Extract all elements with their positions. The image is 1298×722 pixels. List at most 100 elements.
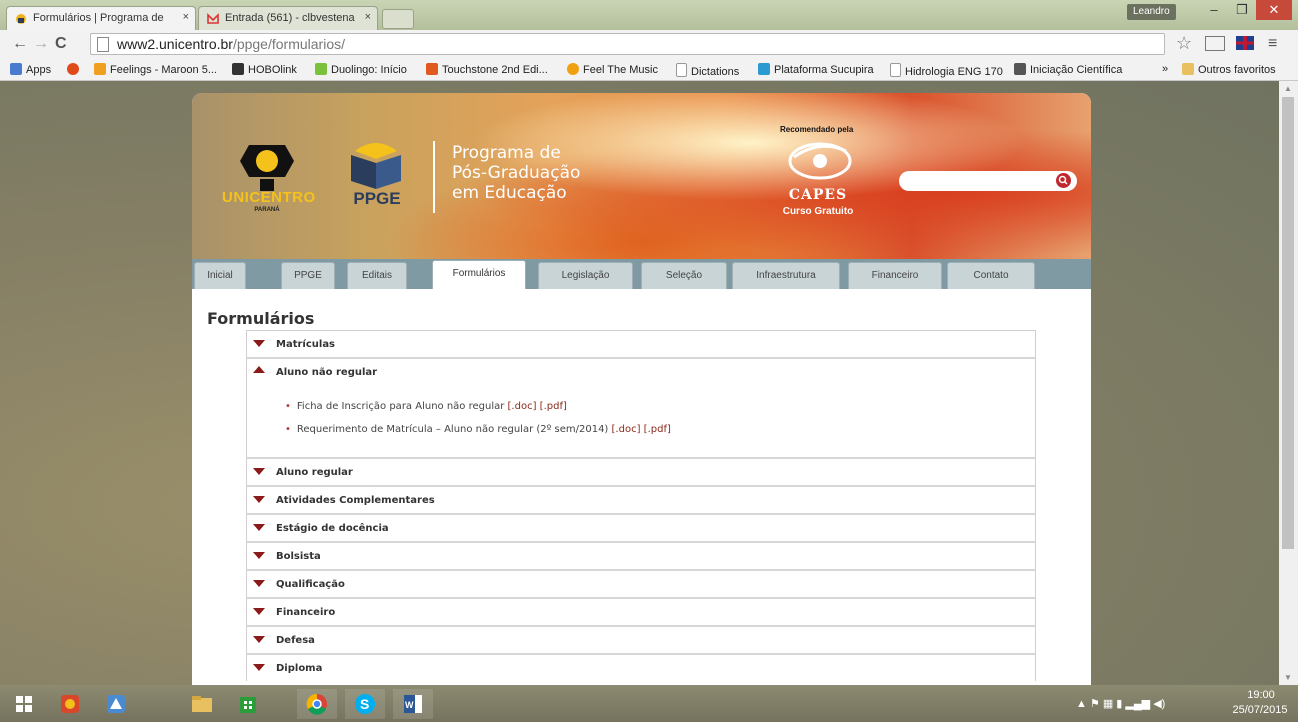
tab-formularios[interactable]: Formulários | Programa de × xyxy=(6,6,196,30)
tab-formularios[interactable]: Formulários xyxy=(432,260,526,289)
accordion-header[interactable]: Aluno não regular xyxy=(247,359,1035,385)
accordion-header[interactable]: Atividades Complementares xyxy=(247,487,1035,513)
tab-ppge[interactable]: PPGE xyxy=(281,262,335,289)
site-nav: Inicial PPGE Editais Formulários Legisla… xyxy=(192,259,1091,289)
bookmark-item[interactable] xyxy=(67,63,83,76)
new-tab-button[interactable] xyxy=(382,9,414,29)
accordion-header[interactable]: Diploma xyxy=(247,655,1035,681)
tab-selecao[interactable]: Seleção xyxy=(641,262,727,289)
accordion-section: Atividades Complementares xyxy=(246,485,1036,513)
accordion-header[interactable]: Qualificação xyxy=(247,571,1035,597)
chrome-icon[interactable] xyxy=(297,689,337,719)
bullet-icon: • xyxy=(285,401,291,412)
bookmark-item[interactable]: Feelings - Maroon 5... xyxy=(94,63,217,76)
tab-contato[interactable]: Contato xyxy=(947,262,1035,289)
minimize-button[interactable]: – xyxy=(1200,0,1228,20)
forward-button[interactable]: → xyxy=(33,35,49,53)
store-icon[interactable] xyxy=(228,689,268,719)
file-explorer-icon[interactable] xyxy=(182,689,222,719)
tab-financeiro[interactable]: Financeiro xyxy=(848,262,942,289)
bookmark-item[interactable]: Iniciação Científica xyxy=(1014,63,1122,76)
pdf-link[interactable]: [.pdf] xyxy=(540,401,567,412)
vertical-scrollbar[interactable]: ▲ ▼ xyxy=(1279,81,1298,685)
uk-flag-icon[interactable] xyxy=(1236,36,1254,50)
bookmark-item[interactable]: Plataforma Sucupira xyxy=(758,63,874,76)
tab-infraestrutura[interactable]: Infraestrutura xyxy=(732,262,840,289)
expand-arrow-icon xyxy=(253,608,265,615)
reload-button[interactable]: C xyxy=(55,35,67,53)
clock-date[interactable]: 25/07/2015 xyxy=(1232,704,1288,716)
bookmark-icon xyxy=(94,63,106,75)
bookmark-star-icon[interactable]: ☆ xyxy=(1176,33,1192,54)
accordion-header[interactable]: Bolsista xyxy=(247,543,1035,569)
section-label: Qualificação xyxy=(276,579,345,590)
windows-start-icon[interactable] xyxy=(4,689,44,719)
accordion-section: Aluno regular xyxy=(246,457,1036,485)
tab-gmail[interactable]: Entrada (561) - clbvestena × xyxy=(198,6,378,30)
search-input[interactable] xyxy=(909,173,1053,190)
scroll-down-icon[interactable]: ▼ xyxy=(1284,673,1292,682)
section-label: Matrículas xyxy=(276,339,336,350)
accordion-section: Defesa xyxy=(246,625,1036,653)
bookmark-icon xyxy=(758,63,770,75)
bookmark-icon xyxy=(67,63,79,75)
other-bookmarks-folder[interactable]: Outros favoritos xyxy=(1182,63,1276,76)
accordion-header[interactable]: Aluno regular xyxy=(247,459,1035,485)
tab-close-icon[interactable]: × xyxy=(365,11,371,23)
clock-time[interactable]: 19:00 xyxy=(1236,689,1286,701)
url-text[interactable]: www2.unicentro.br/ppge/formularios/ xyxy=(117,36,345,52)
bookmark-icon xyxy=(1014,63,1026,75)
tab-editais[interactable]: Editais xyxy=(347,262,407,289)
url-path: /ppge/formularios/ xyxy=(232,36,345,52)
tab-inicial[interactable]: Inicial xyxy=(194,262,246,289)
word-icon[interactable]: W xyxy=(393,689,433,719)
bookmark-item[interactable]: Feel The Music xyxy=(567,63,658,76)
media-app-icon[interactable] xyxy=(50,689,90,719)
accordion-section: Diploma xyxy=(246,653,1036,681)
app-icon[interactable] xyxy=(96,689,136,719)
bookmark-item[interactable]: Dictations xyxy=(676,63,739,78)
skype-icon[interactable]: S xyxy=(345,689,385,719)
unicentro-wordmark: UNICENTRO xyxy=(222,189,316,206)
bookmark-item[interactable]: Apps xyxy=(10,63,51,76)
bookmark-icon xyxy=(232,63,244,75)
accordion-section: Financeiro xyxy=(246,597,1036,625)
page-icon xyxy=(97,37,109,52)
address-bar[interactable]: www2.unicentro.br/ppge/formularios/ xyxy=(90,33,1165,55)
accordion-header[interactable]: Financeiro xyxy=(247,599,1035,625)
scrollbar-thumb[interactable] xyxy=(1282,97,1294,549)
program-title: Programa de Pós-Graduação em Educação xyxy=(452,143,652,203)
scroll-up-icon[interactable]: ▲ xyxy=(1284,84,1292,93)
bookmarks-overflow-button[interactable]: » xyxy=(1162,63,1168,75)
tab-close-icon[interactable]: × xyxy=(183,11,189,23)
bookmark-icon xyxy=(315,63,327,75)
gmail-extension-icon[interactable] xyxy=(1205,36,1225,51)
tab-title: Entrada (561) - clbvestena xyxy=(225,12,355,24)
tab-legislacao[interactable]: Legislação xyxy=(538,262,633,289)
close-window-button[interactable]: ✕ xyxy=(1256,0,1292,20)
svg-text:S: S xyxy=(360,696,369,712)
system-tray[interactable]: ▲ ⚑ ▦ ▮ ▂▄▆ ◀) xyxy=(1076,697,1165,710)
page-icon xyxy=(890,63,901,77)
search-icon[interactable] xyxy=(1056,173,1071,188)
bookmark-item[interactable]: Hidrologia ENG 170 xyxy=(890,63,1003,78)
bookmark-icon xyxy=(426,63,438,75)
accordion-header[interactable]: Estágio de docência xyxy=(247,515,1035,541)
accordion-section: Estágio de docência xyxy=(246,513,1036,541)
maximize-button[interactable]: ❐ xyxy=(1228,0,1256,20)
doc-link[interactable]: [.doc] xyxy=(612,424,641,435)
bookmark-item[interactable]: Touchstone 2nd Edi... xyxy=(426,63,548,76)
accordion-header[interactable]: Matrículas xyxy=(247,331,1035,357)
site-search xyxy=(899,171,1077,191)
bookmark-icon xyxy=(567,63,579,75)
pdf-link[interactable]: [.pdf] xyxy=(644,424,671,435)
bookmark-item[interactable]: HOBOlink xyxy=(232,63,297,76)
profile-button[interactable]: Leandro xyxy=(1127,4,1176,20)
bookmark-item[interactable]: Duolingo: Início xyxy=(315,63,407,76)
section-label: Bolsista xyxy=(276,551,321,562)
section-label: Defesa xyxy=(276,635,315,646)
menu-icon[interactable]: ≡ xyxy=(1268,35,1277,53)
back-button[interactable]: ← xyxy=(12,35,28,53)
doc-link[interactable]: [.doc] xyxy=(508,401,537,412)
accordion-header[interactable]: Defesa xyxy=(247,627,1035,653)
